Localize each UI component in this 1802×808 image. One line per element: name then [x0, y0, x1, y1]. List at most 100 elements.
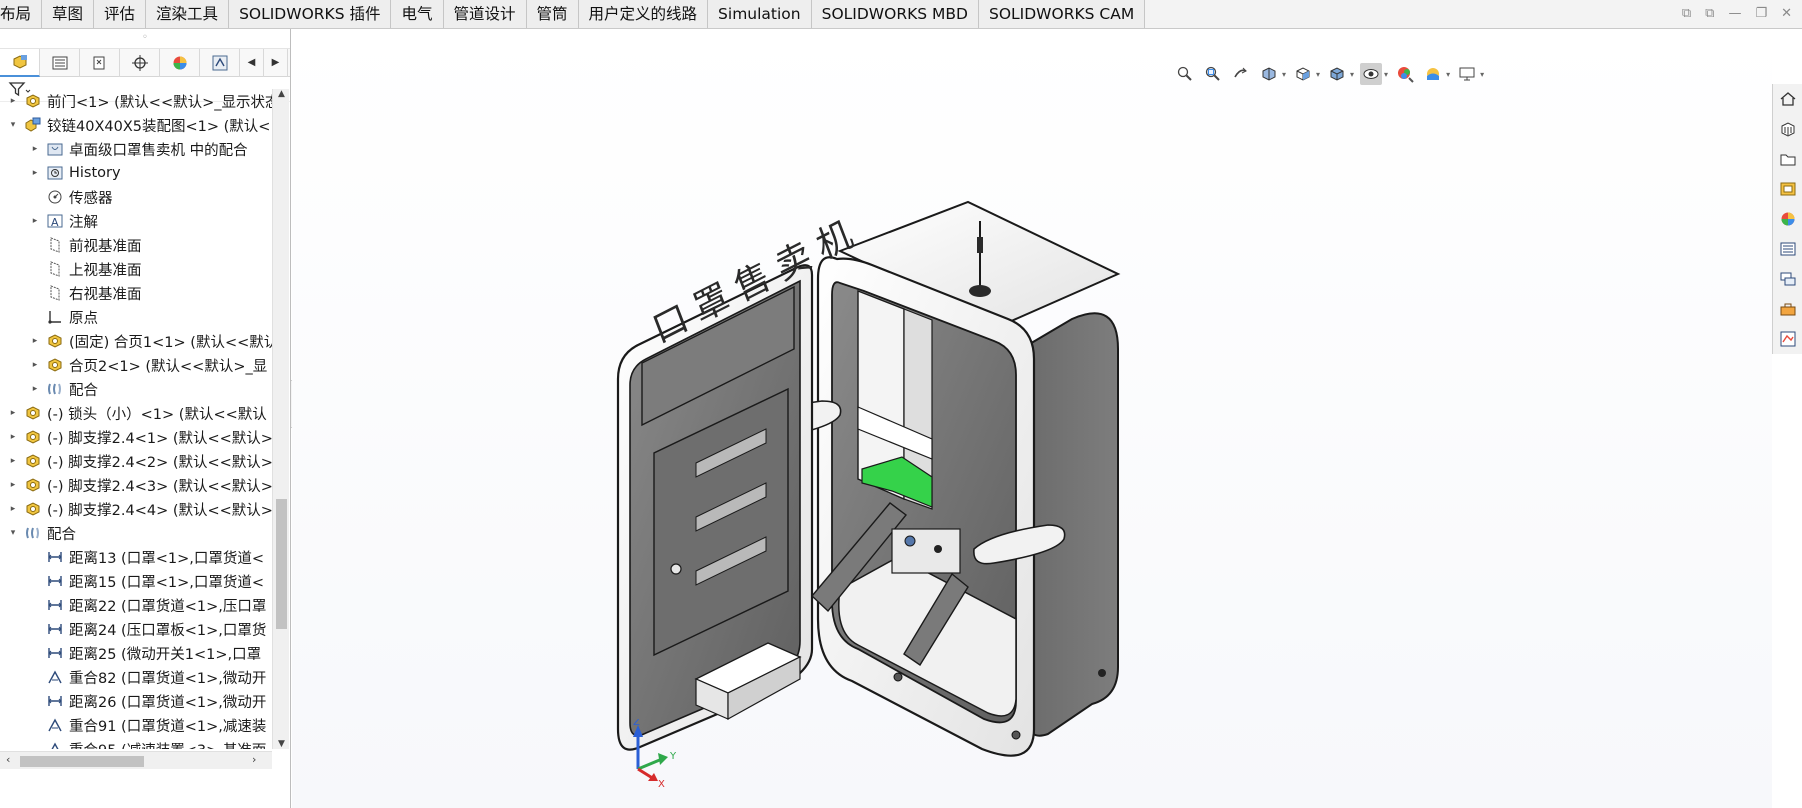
tree-item[interactable]: 重合91 (口罩货道<1>,减速装 — [0, 713, 272, 737]
tree-item[interactable]: 右视基准面 — [0, 281, 272, 305]
part-icon — [23, 428, 43, 446]
expand-arrow-icon[interactable]: ▸ — [28, 168, 42, 178]
custom-properties-icon[interactable] — [1775, 234, 1801, 264]
tile-right-icon[interactable]: ⧉ — [1705, 6, 1714, 21]
tree-item-label: 前门<1> (默认<<默认>_显示状态 — [47, 94, 272, 111]
tree-item[interactable]: ▸ (固定) 合页1<1> (默认<<默认 — [0, 329, 272, 353]
tab-6[interactable]: 管道设计 — [443, 0, 527, 28]
expand-arrow-icon[interactable]: ▸ — [6, 408, 20, 418]
scroll-thumb[interactable] — [276, 499, 287, 629]
tree-item[interactable]: 上视基准面 — [0, 257, 272, 281]
tree-vertical-scrollbar[interactable]: ▲ ▼ — [272, 89, 289, 749]
tabs-scroll-left-icon[interactable]: ◀ — [240, 48, 264, 77]
tree-item[interactable]: ▾ 配合 — [0, 521, 272, 545]
scroll-up-icon[interactable]: ▲ — [273, 89, 290, 99]
tree-item[interactable]: ▸ (-) 脚支撑2.4<3> (默认<<默认> — [0, 473, 272, 497]
expand-arrow-icon[interactable]: ▸ — [28, 144, 42, 154]
tree-item[interactable]: ▸ 合页2<1> (默认<<默认>_显 — [0, 353, 272, 377]
scroll-down-icon[interactable]: ▼ — [273, 739, 290, 749]
tree-item[interactable]: 重合95 (减速装置<3>,基准面 — [0, 737, 272, 749]
tree-item[interactable]: ▸ (-) 脚支撑2.4<1> (默认<<默认> — [0, 425, 272, 449]
tree-item[interactable]: ▸ 前门<1> (默认<<默认>_显示状态 — [0, 89, 272, 113]
tree-item[interactable]: ▸ 卓面级口罩售卖机 中的配合 — [0, 137, 272, 161]
scroll-left-icon[interactable]: ‹ — [6, 753, 10, 766]
tab-5[interactable]: 电气 — [391, 0, 444, 28]
tree-item[interactable]: 传感器 — [0, 185, 272, 209]
manager-tabs: ◀ ▶ — [0, 48, 290, 77]
minimize-icon[interactable]: — — [1728, 6, 1741, 21]
vending-machine-model[interactable] — [292, 29, 1772, 808]
tab-9[interactable]: Simulation — [708, 0, 812, 28]
part-icon — [45, 332, 65, 350]
tab-8[interactable]: 用户定义的线路 — [578, 0, 709, 28]
tree-item[interactable]: ▾ 铰链40X40X5装配图<1> (默认< — [0, 113, 272, 137]
restore-icon[interactable]: ❐ — [1755, 6, 1767, 21]
toolbox-icon[interactable] — [1775, 294, 1801, 324]
graphics-area[interactable]: ▾ ▾ ▾ ▾ ▾ ▾ 口罩售卖机 Z Y X — [292, 29, 1772, 808]
tree-horizontal-scrollbar[interactable]: ‹ › — [0, 751, 272, 769]
tab-4[interactable]: SOLIDWORKS 插件 — [229, 0, 392, 28]
forum-icon[interactable] — [1775, 264, 1801, 294]
hscroll-thumb[interactable] — [20, 756, 144, 767]
cam-manager-icon[interactable] — [200, 48, 240, 77]
configurationmanager-icon[interactable] — [80, 48, 120, 77]
expand-arrow-icon[interactable]: ▸ — [28, 360, 42, 370]
tree-item-label: 距离15 (口罩<1>,口罩货道< — [69, 574, 264, 591]
featuremanager-icon[interactable] — [0, 48, 40, 77]
tree-item[interactable]: ▸ A 注解 — [0, 209, 272, 233]
mate-folder-icon — [45, 140, 65, 158]
dimxpert-icon[interactable] — [120, 48, 160, 77]
file-explorer-icon[interactable] — [1775, 144, 1801, 174]
tree-item-label: 右视基准面 — [69, 286, 142, 303]
tab-3[interactable]: 渲染工具 — [146, 0, 230, 28]
tree-item[interactable]: 距离13 (口罩<1>,口罩货道< — [0, 545, 272, 569]
tab-11[interactable]: SOLIDWORKS CAM — [978, 0, 1146, 28]
tile-left-icon[interactable]: ⧉ — [1682, 6, 1691, 21]
tree-item[interactable]: 距离15 (口罩<1>,口罩货道< — [0, 569, 272, 593]
expand-arrow-icon[interactable]: ▸ — [6, 480, 20, 490]
tree-item[interactable]: 距离26 (口罩货道<1>,微动开 — [0, 689, 272, 713]
tree-item[interactable]: 前视基准面 — [0, 233, 272, 257]
tree-item[interactable]: ▸ (-) 脚支撑2.4<2> (默认<<默认> — [0, 449, 272, 473]
tree-item[interactable]: 距离22 (口罩货道<1>,压口罩 — [0, 593, 272, 617]
tree-item[interactable]: 原点 — [0, 305, 272, 329]
scroll-right-icon[interactable]: › — [252, 753, 256, 766]
expand-arrow-icon[interactable]: ▸ — [28, 216, 42, 226]
tab-1[interactable]: 草图 — [42, 0, 95, 28]
3d-content-icon[interactable] — [1775, 324, 1801, 354]
panel-grip[interactable]: ◦ — [0, 29, 290, 48]
solidworks-resources-icon[interactable] — [1775, 84, 1801, 114]
tree-item[interactable]: ▸ 配合 — [0, 377, 272, 401]
collapse-arrow-icon[interactable]: ▾ — [6, 120, 20, 130]
design-library-icon[interactable] — [1775, 114, 1801, 144]
tab-10[interactable]: SOLIDWORKS MBD — [811, 0, 979, 28]
propertymanager-icon[interactable] — [40, 48, 80, 77]
appearances-icon[interactable] — [1775, 204, 1801, 234]
expand-arrow-icon[interactable]: ▸ — [6, 432, 20, 442]
tree-item[interactable]: 重合82 (口罩货道<1>,微动开 — [0, 665, 272, 689]
part-icon — [23, 476, 43, 494]
sensor-icon — [45, 188, 65, 206]
view-palette-icon[interactable] — [1775, 174, 1801, 204]
tree-item[interactable]: 距离24 (压口罩板<1>,口罩货 — [0, 617, 272, 641]
distance-mate-icon — [45, 644, 65, 662]
display-manager-icon[interactable] — [160, 48, 200, 77]
collapse-arrow-icon[interactable]: ▾ — [6, 528, 20, 538]
expand-arrow-icon[interactable]: ▸ — [28, 336, 42, 346]
part-icon — [23, 500, 43, 518]
tree-item[interactable]: 距离25 (微动开关1<1>,口罩 — [0, 641, 272, 665]
close-icon[interactable]: ✕ — [1781, 6, 1792, 21]
expand-arrow-icon[interactable]: ▸ — [28, 384, 42, 394]
expand-arrow-icon[interactable]: ▸ — [6, 504, 20, 514]
tab-2[interactable]: 评估 — [94, 0, 147, 28]
expand-arrow-icon[interactable]: ▸ — [6, 456, 20, 466]
tabs-scroll-right-icon[interactable]: ▶ — [264, 48, 288, 77]
tab-7[interactable]: 管筒 — [526, 0, 579, 28]
tree-item[interactable]: ▸ (-) 锁头（小）<1> (默认<<默认 — [0, 401, 272, 425]
tab-0[interactable]: 布局 — [0, 0, 43, 28]
part-icon — [23, 92, 43, 110]
expand-arrow-icon[interactable]: ▸ — [6, 96, 20, 106]
distance-mate-icon — [45, 596, 65, 614]
tree-item[interactable]: ▸ (-) 脚支撑2.4<4> (默认<<默认> — [0, 497, 272, 521]
tree-item[interactable]: ▸ History — [0, 161, 272, 185]
